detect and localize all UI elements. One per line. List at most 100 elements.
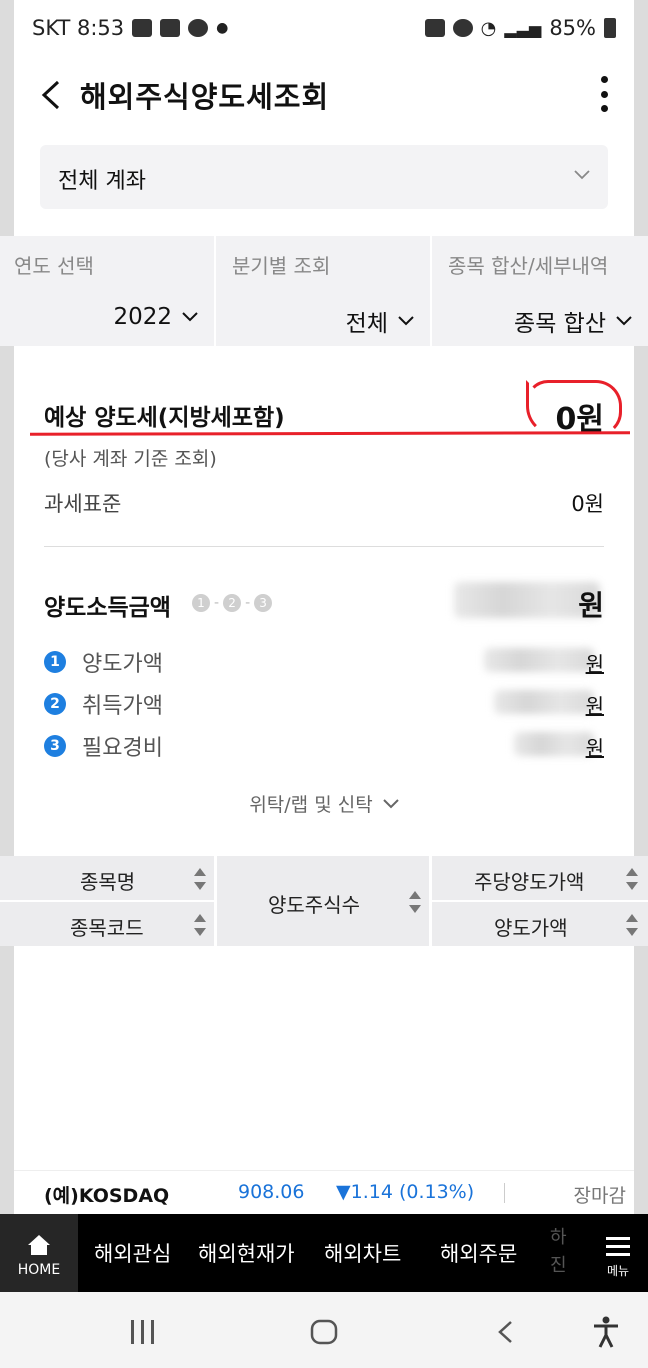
- hamburger-icon: [606, 1237, 630, 1256]
- accessibility-icon[interactable]: [592, 1316, 620, 1348]
- sort-icon[interactable]: [194, 914, 206, 936]
- detail-filter-value: 종목 합산: [514, 304, 632, 338]
- menu-button[interactable]: 메뉴: [588, 1214, 648, 1292]
- signal-icon: ▂▃▅: [504, 18, 542, 38]
- back-button[interactable]: [38, 80, 62, 110]
- income-item-expense: 3 필요경비: [44, 730, 163, 762]
- chevron-left-icon: [41, 80, 60, 110]
- quarter-filter-label: 분기별 조회: [232, 254, 331, 278]
- step-1-badge: 1: [192, 594, 210, 612]
- step-separator: -: [245, 595, 251, 611]
- year-filter-value: 2022: [113, 304, 198, 330]
- col-stock-name[interactable]: 종목명: [80, 866, 135, 895]
- year-filter[interactable]: 연도 선택 2022: [0, 236, 214, 346]
- account-select[interactable]: 전체 계좌: [40, 145, 608, 209]
- nav-overseas-watchlist[interactable]: 해외관심: [94, 1238, 171, 1268]
- account-select-label: 전체 계좌: [58, 169, 146, 194]
- sort-icon[interactable]: [626, 868, 638, 890]
- col-shares[interactable]: 양도주식수: [268, 889, 360, 918]
- filter-bar: 연도 선택 2022 분기별 조회 전체 종목 합산/세부내역 종목 합산: [0, 236, 648, 346]
- income-item-suffix[interactable]: 원: [586, 648, 604, 677]
- number-1-icon: 1: [44, 651, 66, 673]
- home-label: HOME: [17, 1262, 61, 1278]
- sort-icon[interactable]: [409, 891, 421, 913]
- recycle-icon: [424, 19, 445, 37]
- wifi-icon: ◔: [480, 17, 497, 39]
- ticker-change: ▼1.14 (0.13%): [336, 1181, 475, 1203]
- ticker-name: (예)KOSDAQ: [44, 1185, 170, 1207]
- image-icon: [132, 19, 153, 37]
- quarter-filter-value: 전체: [346, 304, 414, 338]
- kebab-dot-icon: [600, 90, 608, 98]
- home-icon: [28, 1235, 50, 1255]
- income-steps: 1 - 2 - 3: [192, 594, 273, 612]
- income-item-suffix[interactable]: 원: [586, 690, 604, 719]
- status-bar: SKT 8:53 ● ◔ ▂▃▅ 85%: [14, 14, 634, 48]
- sort-icon[interactable]: [626, 914, 638, 936]
- year-value: 2022: [113, 304, 172, 330]
- nav-overseas-quote[interactable]: 해외현재가: [198, 1238, 295, 1268]
- table-header: 종목명 종목코드 양도주식수 주당양도가액 양도가액: [0, 856, 648, 946]
- v-icon: [160, 19, 181, 37]
- market-status: 장마감: [573, 1185, 626, 1207]
- market-ticker[interactable]: (예)KOSDAQ 908.06 ▼1.14 (0.13%) 장마감: [14, 1170, 634, 1214]
- home-nav-icon[interactable]: [310, 1319, 338, 1345]
- nav-overseas-chart[interactable]: 해외차트: [324, 1238, 401, 1268]
- col-stock-code[interactable]: 종목코드: [70, 912, 144, 941]
- home-button[interactable]: HOME: [0, 1214, 78, 1292]
- income-item-suffix[interactable]: 원: [586, 732, 604, 761]
- alarm-icon: [452, 19, 473, 37]
- col-sale-amount[interactable]: 양도가액: [494, 912, 568, 941]
- recent-apps-icon[interactable]: [130, 1320, 156, 1344]
- nav-overseas-order[interactable]: 해외주문: [440, 1238, 517, 1268]
- nav-partial-item[interactable]: 하 진: [550, 1224, 572, 1280]
- blurred-amount: [494, 690, 594, 714]
- battery-icon: [604, 18, 616, 38]
- step-2-badge: 2: [223, 594, 242, 612]
- income-item-sale: 1 양도가액: [44, 646, 163, 678]
- kebab-dot-icon: [600, 76, 608, 83]
- blurred-amount: [484, 648, 594, 672]
- quarter-value: 전체: [345, 311, 388, 337]
- tax-base-value: 0원: [571, 492, 604, 516]
- detail-value: 종목 합산: [514, 311, 606, 337]
- carrier-time: SKT 8:53: [32, 16, 125, 40]
- col-price-per-share[interactable]: 주당양도가액: [474, 866, 584, 895]
- ticker-divider: [504, 1183, 505, 1203]
- header-divider: [214, 856, 217, 946]
- sort-icon[interactable]: [194, 868, 206, 890]
- blurred-amount: [514, 732, 594, 756]
- page-title: 해외주식양도세조회: [80, 80, 330, 114]
- system-nav-bar: [0, 1292, 648, 1368]
- number-3-icon: 3: [44, 735, 66, 757]
- chevron-down-icon: [382, 798, 399, 808]
- red-annotation-circle-edge: [526, 380, 622, 436]
- step-separator: -: [214, 595, 220, 611]
- talk-icon: [188, 19, 209, 37]
- detail-filter[interactable]: 종목 합산/세부내역 종목 합산: [432, 236, 648, 346]
- income-item-label: 취득가액: [82, 694, 163, 719]
- bottom-nav: HOME 해외관심 해외현재가 해외차트 해외주문 하 진 메뉴: [0, 1214, 648, 1292]
- dot-icon: ●: [216, 20, 229, 36]
- battery-level: 85%: [549, 16, 596, 40]
- ticker-value: 908.06: [238, 1181, 305, 1203]
- quarter-filter[interactable]: 분기별 조회 전체: [216, 236, 430, 346]
- header-divider: [0, 900, 214, 902]
- header-divider: [432, 900, 648, 902]
- income-item-label: 양도가액: [82, 652, 163, 677]
- income-total-suffix: 원: [578, 589, 604, 622]
- tax-base-label: 과세표준: [44, 492, 122, 516]
- menu-label: 메뉴: [606, 1264, 630, 1278]
- detail-filter-label: 종목 합산/세부내역: [448, 254, 609, 278]
- chevron-down-icon: [574, 170, 590, 180]
- chevron-down-icon: [616, 316, 632, 326]
- year-filter-label: 연도 선택: [14, 254, 94, 278]
- trust-toggle-label: 위탁/랩 및 신탁: [249, 794, 373, 816]
- back-nav-icon[interactable]: [496, 1320, 514, 1344]
- app-screen: SKT 8:53 ● ◔ ▂▃▅ 85% 해외주식양도세조회 전체 계좌 연도 …: [0, 0, 648, 1368]
- number-2-icon: 2: [44, 693, 66, 715]
- income-item-label: 필요경비: [82, 736, 163, 761]
- more-options-button[interactable]: [598, 76, 610, 112]
- chevron-down-icon: [398, 316, 414, 326]
- trust-toggle[interactable]: 위탁/랩 및 신탁: [14, 790, 634, 817]
